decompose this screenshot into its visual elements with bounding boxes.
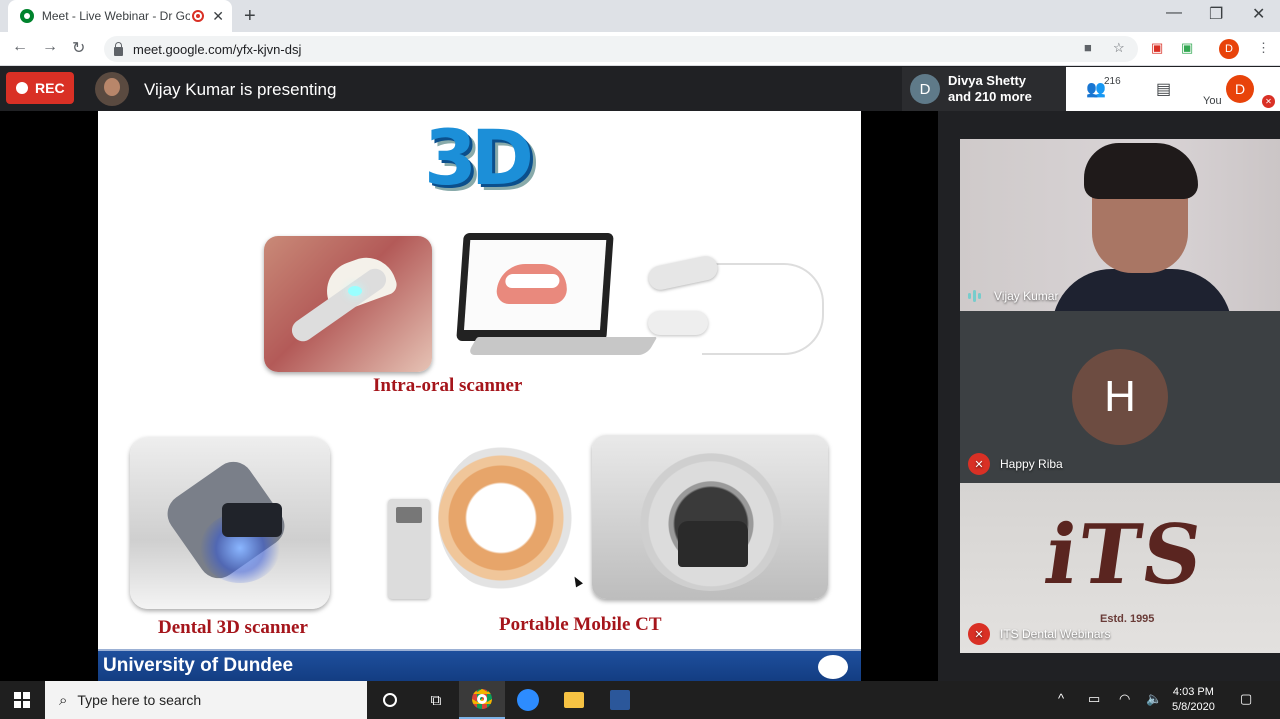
camera-icon[interactable]: ■ [1084,40,1092,55]
reload-button[interactable]: ↻ [72,38,85,58]
maximize-button[interactable]: ❐ [1209,4,1223,24]
meet-controls: 👥 216 ▤ You D ✕ [1066,67,1280,111]
browser-toolbar: ← → ↻ meet.google.com/yfx-kjvn-dsj ■ ☆ ▣… [0,32,1280,66]
clock-time: 4:03 PM [1172,686,1214,698]
caption-intraoral: Intra-oral scanner [373,375,523,396]
notifications-icon[interactable]: ▢ [1240,691,1252,707]
recording-button[interactable]: REC [6,72,74,104]
chat-icon[interactable]: ▤ [1156,79,1171,99]
bookmark-star-icon[interactable]: ☆ [1113,40,1125,56]
tile-its-dental[interactable]: iTS Estd. 1995 ✕ ITS Dental Webinars [960,483,1280,653]
slide-footer: University of Dundee [98,649,861,681]
tile-name: Vijay Kumar [994,289,1059,303]
ct-ring-image [438,443,578,593]
rec-label: REC [35,80,65,96]
speaking-icon [968,290,984,302]
ct-scanner-photo [592,435,828,599]
extension-pocket-icon[interactable]: ▣ [1151,40,1163,56]
tile-name: Happy Riba [1000,457,1063,471]
volume-icon[interactable]: 🔈 [1146,691,1162,707]
scanner-cable-image [702,263,824,355]
tile-name: ITS Dental Webinars [1000,627,1111,641]
lock-icon [114,41,123,56]
chrome-menu-icon[interactable]: ⋮ [1257,40,1270,56]
participant-tiles: Vijay Kumar H ✕ Happy Riba iTS Estd. 199… [938,111,1280,681]
search-placeholder: Type here to search [77,692,202,708]
wifi-icon[interactable]: ◠ [1119,691,1130,707]
url-text: meet.google.com/yfx-kjvn-dsj [133,41,302,57]
tile-vijay-kumar[interactable]: Vijay Kumar [960,139,1280,311]
battery-icon[interactable]: ▭ [1088,691,1100,707]
clock-date: 5/8/2020 [1172,701,1215,713]
taskbar-search[interactable]: ⌕ Type here to search [45,681,367,719]
close-tab-icon[interactable]: ✕ [212,8,224,25]
presenter-avatar [95,72,129,106]
mic-off-icon: ✕ [1262,95,1275,108]
presentation-stage: 3D Intra-oral scanner Dental 3D scanner … [0,111,938,681]
its-logo: iTS [1039,507,1211,603]
cortana-icon[interactable] [367,681,413,719]
participant-name: Divya Shetty [948,73,1027,88]
word-taskbar-icon[interactable] [597,681,643,719]
show-hidden-icons-icon[interactable]: ^ [1058,691,1064,706]
meet-top-bar: REC Vijay Kumar is presenting D Divya Sh… [0,67,1280,111]
laptop-base-image [466,337,658,355]
university-crest-icon [818,655,848,679]
browser-tabstrip: Meet - Live Webinar - Dr Go ✕ + — ❐ ✕ [0,0,1280,32]
back-button[interactable]: ← [12,38,28,56]
dental-scanner-photo [130,437,330,609]
close-window-button[interactable]: ✕ [1252,4,1265,24]
windows-start-icon[interactable] [14,692,30,708]
forward-button[interactable]: → [42,38,58,56]
file-explorer-icon[interactable] [551,681,597,719]
taskbar-clock[interactable]: 4:03 PM 5/8/2020 [1172,685,1215,715]
self-avatar[interactable]: D [1226,75,1254,103]
people-count: 216 [1104,76,1121,87]
browser-tab-meet[interactable]: Meet - Live Webinar - Dr Go ✕ [8,0,232,32]
tile-happy-riba[interactable]: H ✕ Happy Riba [960,311,1280,483]
shared-slide: 3D Intra-oral scanner Dental 3D scanner … [98,111,861,681]
participant-more: and 210 more [948,89,1032,104]
search-icon: ⌕ [59,691,68,709]
mic-off-icon: ✕ [968,453,990,475]
participant-avatar: D [910,74,940,104]
people-icon[interactable]: 👥 [1086,79,1106,99]
address-bar[interactable]: meet.google.com/yfx-kjvn-dsj [104,36,1138,62]
university-name: University of Dundee [103,655,294,676]
ct-cart-image [388,499,430,599]
mouse-cursor-icon [571,574,583,588]
participant-avatar: H [1072,349,1168,445]
3d-logo: 3D [424,113,534,202]
caption-portable-ct: Portable Mobile CT [499,614,662,635]
windows-taskbar: ⌕ Type here to search ⧉ ^ ▭ ◠ 🔈 4:03 PM … [0,681,1280,719]
you-label: You [1203,95,1222,107]
profile-avatar[interactable]: D [1219,39,1239,59]
minimize-button[interactable]: — [1166,4,1182,22]
tab-title: Meet - Live Webinar - Dr Go [41,9,191,23]
intraoral-photo [264,236,432,372]
scanner-cradle-image [648,311,708,335]
record-dot-icon [16,82,28,94]
new-tab-button[interactable]: + [244,5,256,28]
meet-favicon-icon [20,9,34,23]
task-view-icon[interactable]: ⧉ [413,681,459,719]
caption-dental-scanner: Dental 3D scanner [158,617,308,638]
recording-indicator-icon [192,10,205,22]
chrome-taskbar-icon[interactable] [459,681,505,719]
mic-off-icon: ✕ [968,623,990,645]
presenting-status: Vijay Kumar is presenting [144,80,337,99]
zoom-taskbar-icon[interactable] [505,681,551,719]
extension-download-icon[interactable]: ▣ [1181,40,1193,56]
participants-preview[interactable]: D Divya Shetty and 210 more [902,67,1066,111]
laptop-image [456,233,614,341]
